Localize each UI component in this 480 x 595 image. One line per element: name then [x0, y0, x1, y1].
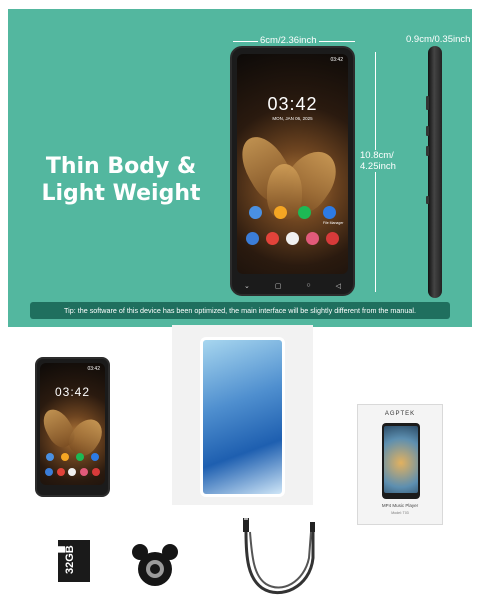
package-box: AGPTEK MP4 Music Player Model: T03	[357, 404, 443, 525]
sd-card-capacity: 32GB	[64, 545, 76, 574]
folder-app-icon[interactable]	[273, 206, 287, 219]
usb-cable-icon	[243, 518, 315, 594]
lockscreen-clock: 03:42	[54, 385, 91, 399]
spotify-app-icon[interactable]	[298, 206, 312, 219]
box-model: Model: T03	[391, 511, 409, 515]
box-caption: MP4 Music Player	[381, 503, 419, 508]
screen-protector	[172, 325, 313, 505]
screen-protector-film	[200, 337, 285, 497]
launcher-app-icon[interactable]	[285, 232, 299, 245]
player-screen: 03:42 03:42 MON, JAN 06, 2025 File Manag…	[237, 54, 348, 274]
box-brand: AGPTEK	[384, 411, 416, 417]
home-circle-icon[interactable]: ○	[306, 282, 310, 290]
ring-holder-icon	[132, 544, 178, 586]
lockscreen-clock: 03:42	[267, 94, 318, 114]
app-row-2	[43, 468, 102, 476]
side-button	[426, 126, 429, 136]
settings-app-icon[interactable]	[248, 206, 262, 219]
gallery-app-icon[interactable]	[246, 232, 260, 245]
status-time: 03:42	[87, 366, 100, 372]
box-phone-image	[382, 423, 420, 499]
side-button	[426, 196, 429, 204]
back-icon[interactable]: ◁	[336, 282, 341, 290]
spotify-app-icon	[75, 453, 84, 461]
player-front-view: 03:42 03:42 MON, JAN 06, 2025 File Manag…	[230, 46, 355, 296]
status-time: 03:42	[330, 57, 343, 63]
headline: Thin Body & Light Weight	[36, 153, 206, 207]
file-manager-label: File Manager	[323, 221, 344, 225]
music-app-icon	[80, 468, 89, 476]
lockscreen-date: MON, JAN 06, 2025	[272, 116, 313, 121]
video-app-icon	[56, 468, 65, 476]
app-row-1	[243, 206, 342, 219]
width-dimension-label: 6cm/2.36inch	[258, 35, 319, 46]
height-dimension-line	[375, 52, 376, 292]
side-button	[426, 96, 429, 110]
video-app-icon[interactable]	[266, 232, 280, 245]
player-small-screen: 03:42 03:42	[40, 363, 105, 485]
chevron-down-icon[interactable]: ⌄	[244, 282, 250, 290]
folder-app-icon	[61, 453, 70, 461]
music-app-icon[interactable]	[305, 232, 319, 245]
radio-app-icon	[92, 468, 101, 476]
sd-card: 32GB	[58, 540, 90, 582]
player-in-box: 03:42 03:42	[35, 357, 110, 497]
box-phone-screen	[384, 426, 418, 493]
file-manager-app-icon[interactable]	[323, 206, 337, 219]
settings-app-icon	[46, 453, 55, 461]
headline-line-2: Light Weight	[41, 181, 201, 206]
height-dimension-text: 10.8cm/ 4.25inch	[360, 150, 396, 172]
depth-dimension-label: 0.9cm/0.35inch	[406, 34, 471, 45]
side-button	[426, 146, 429, 156]
launcher-app-icon	[68, 468, 77, 476]
headline-line-1: Thin Body &	[45, 154, 197, 179]
height-dimension-label: 10.8cm/ 4.25inch	[360, 150, 410, 172]
tip-banner: Tip: the software of this device has bee…	[30, 302, 450, 319]
radio-app-icon[interactable]	[325, 232, 339, 245]
app-row-2	[243, 232, 342, 245]
player-side-view	[426, 46, 442, 298]
home-square-icon[interactable]: ▢	[275, 282, 282, 290]
app-row-1	[43, 453, 102, 461]
file-manager-app-icon	[90, 453, 99, 461]
gallery-app-icon	[44, 468, 53, 476]
navigation-bar: ⌄ ▢ ○ ◁	[244, 282, 341, 290]
